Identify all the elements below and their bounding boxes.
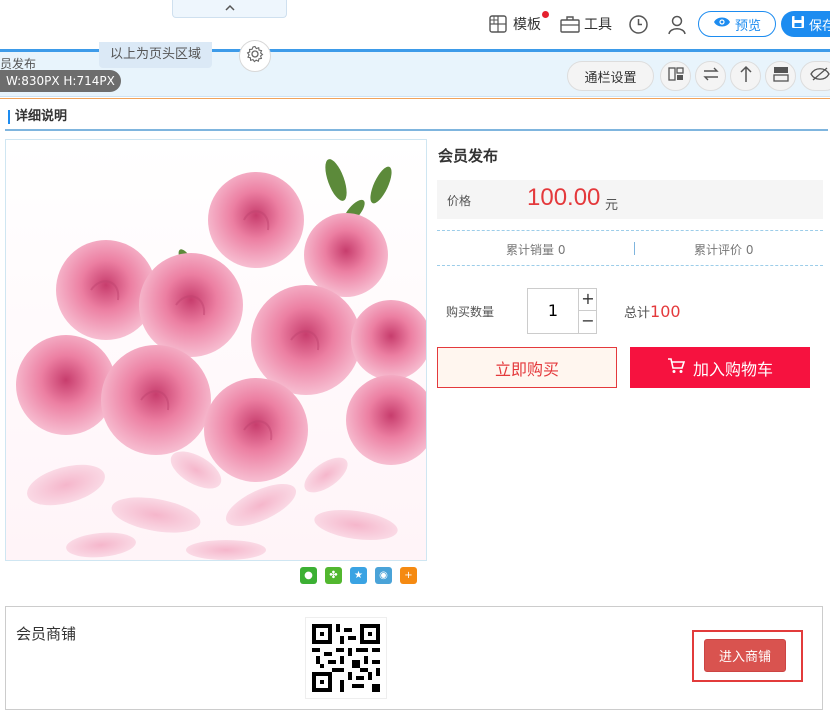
stats-row: 累计销量 0 累计评价 0: [437, 230, 823, 266]
chevron-up-icon: [224, 3, 236, 17]
settings-button[interactable]: [239, 40, 271, 72]
add-to-cart-label: 加入购物车: [692, 359, 773, 379]
hide-button[interactable]: [800, 61, 830, 91]
history-button[interactable]: [628, 12, 649, 36]
template-label: 模板: [513, 17, 541, 33]
more-share-icon[interactable]: +: [400, 567, 417, 584]
floppy-icon: [791, 15, 805, 33]
share-icons: ● ✤ ★ ◉ +: [300, 567, 417, 584]
quantity-decrease-button[interactable]: −: [578, 311, 597, 333]
user-button[interactable]: [667, 12, 687, 36]
price-label: 价格: [447, 194, 472, 208]
dimension-badge: W:830PX H:714PX: [0, 70, 121, 92]
total-price: 总计100: [624, 302, 681, 321]
wechat-icon[interactable]: ●: [300, 567, 317, 584]
quantity-stepper: 1 + −: [527, 288, 597, 334]
product-image: [5, 139, 427, 561]
clover-icon[interactable]: ✤: [325, 567, 342, 584]
shop-title: 会员商铺: [16, 625, 77, 643]
clock-icon: [628, 14, 649, 35]
buy-now-button[interactable]: 立即购买: [437, 347, 617, 388]
quantity-increase-button[interactable]: +: [578, 289, 597, 311]
quantity-input[interactable]: 1: [528, 289, 578, 333]
review-count: 累计评价 0: [694, 243, 754, 257]
total-label: 总计: [624, 306, 651, 321]
notification-dot: [542, 11, 549, 18]
header-zone-label: 以上为页头区域: [99, 42, 213, 68]
layout-icon: [667, 66, 684, 86]
insert-row-icon: [772, 66, 789, 86]
section-title: 详细说明: [5, 103, 828, 131]
gear-icon: [246, 45, 264, 67]
eye-icon: [713, 16, 731, 32]
sales-count: 累计销量 0: [506, 243, 566, 257]
column-settings-button[interactable]: 通栏设置: [567, 61, 654, 91]
preview-button[interactable]: 预览: [698, 11, 776, 37]
content-divider: [0, 98, 830, 99]
template-menu[interactable]: 模板: [488, 12, 541, 36]
arrow-up-icon: [739, 65, 753, 87]
grid-icon: [488, 14, 508, 34]
layout-button[interactable]: [660, 61, 691, 91]
shop-panel: 会员商铺 进入商铺: [5, 606, 823, 710]
product-title: 会员发布: [438, 147, 499, 165]
eye-off-icon: [810, 67, 830, 85]
enter-shop-button[interactable]: 进入商铺: [704, 639, 786, 672]
preview-label: 预览: [734, 18, 761, 34]
move-up-button[interactable]: [730, 61, 761, 91]
cart-icon: [667, 357, 686, 378]
qr-code: [305, 617, 387, 699]
enter-shop-highlight: 进入商铺: [692, 630, 803, 682]
price-row: 价格 100.00 元: [437, 180, 823, 219]
swap-button[interactable]: [695, 61, 726, 91]
save-label: 保存: [809, 18, 830, 34]
tools-menu[interactable]: 工具: [559, 12, 612, 36]
tools-label: 工具: [584, 17, 612, 33]
collapse-toggle[interactable]: [172, 0, 287, 18]
weibo-icon[interactable]: ◉: [375, 567, 392, 584]
swap-arrows-icon: [702, 66, 720, 86]
price-value: 100.00: [527, 184, 601, 211]
insert-row-button[interactable]: [765, 61, 796, 91]
quantity-label: 购买数量: [446, 305, 495, 319]
stats-separator: [634, 242, 635, 255]
user-icon: [667, 14, 687, 35]
price-unit: 元: [605, 198, 619, 213]
add-to-cart-button[interactable]: 加入购物车: [630, 347, 810, 388]
save-button[interactable]: 保存: [781, 11, 830, 37]
qzone-star-icon[interactable]: ★: [350, 567, 367, 584]
total-value: 100: [650, 302, 681, 321]
toolbox-icon: [559, 14, 581, 34]
